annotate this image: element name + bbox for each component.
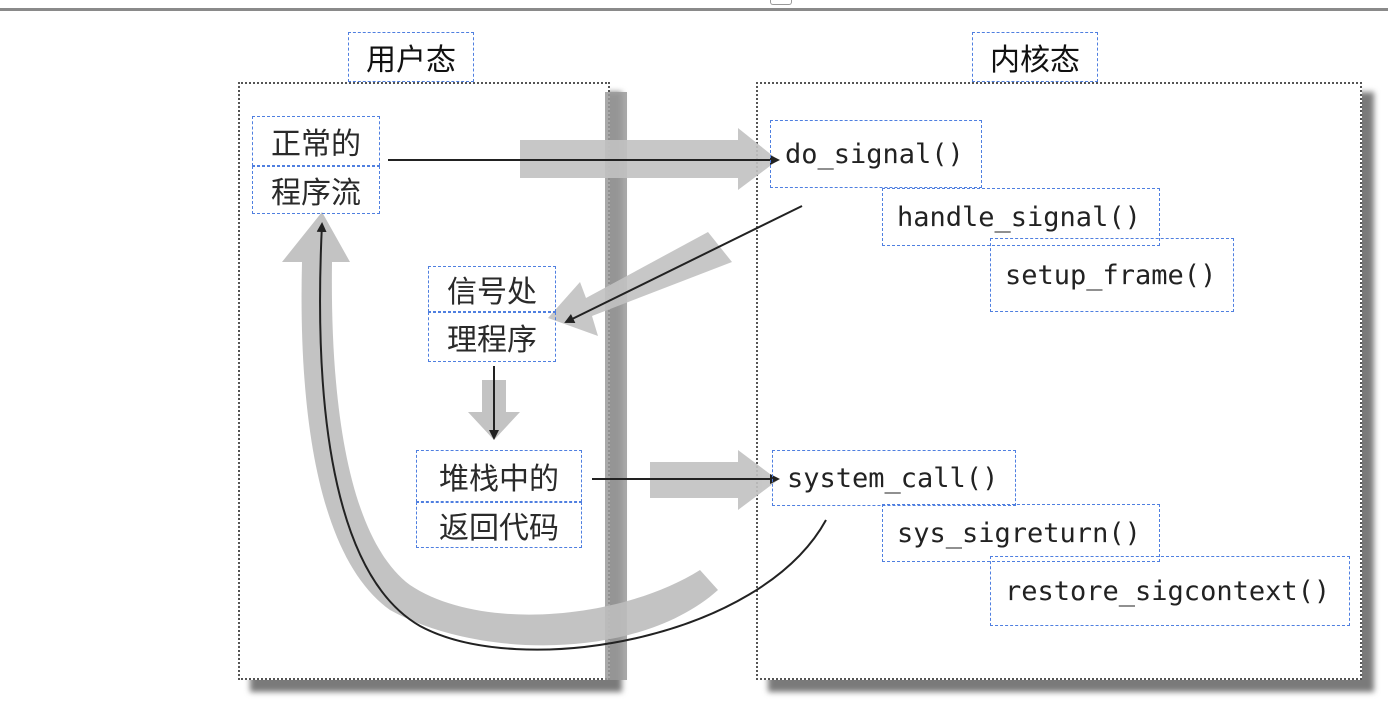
stack-return-code-label-line1: 堆栈中的	[416, 450, 582, 502]
user-mode-title: 用户态	[348, 32, 474, 82]
sys-sigreturn-box: sys_sigreturn()	[882, 504, 1160, 562]
arrow-do-signal-to-handler	[564, 205, 803, 323]
kernel-mode-title: 内核态	[972, 32, 1098, 82]
stack-return-code-label-line2: 返回代码	[416, 502, 582, 548]
normal-flow-label-line2: 程序流	[252, 166, 380, 214]
system-call-box: system_call()	[772, 450, 1016, 506]
setup-frame-box: setup_frame()	[990, 238, 1234, 312]
broad-arrow-to-handler	[548, 232, 732, 336]
user-side-band	[605, 92, 627, 680]
signal-handler-label-line2: 理程序	[428, 312, 556, 362]
restore-sigcontext-box: restore_sigcontext()	[990, 556, 1350, 626]
signal-handler-label-line1: 信号处	[428, 266, 556, 312]
do-signal-box: do_signal()	[770, 120, 982, 188]
normal-flow-label-line1: 正常的	[252, 116, 380, 166]
